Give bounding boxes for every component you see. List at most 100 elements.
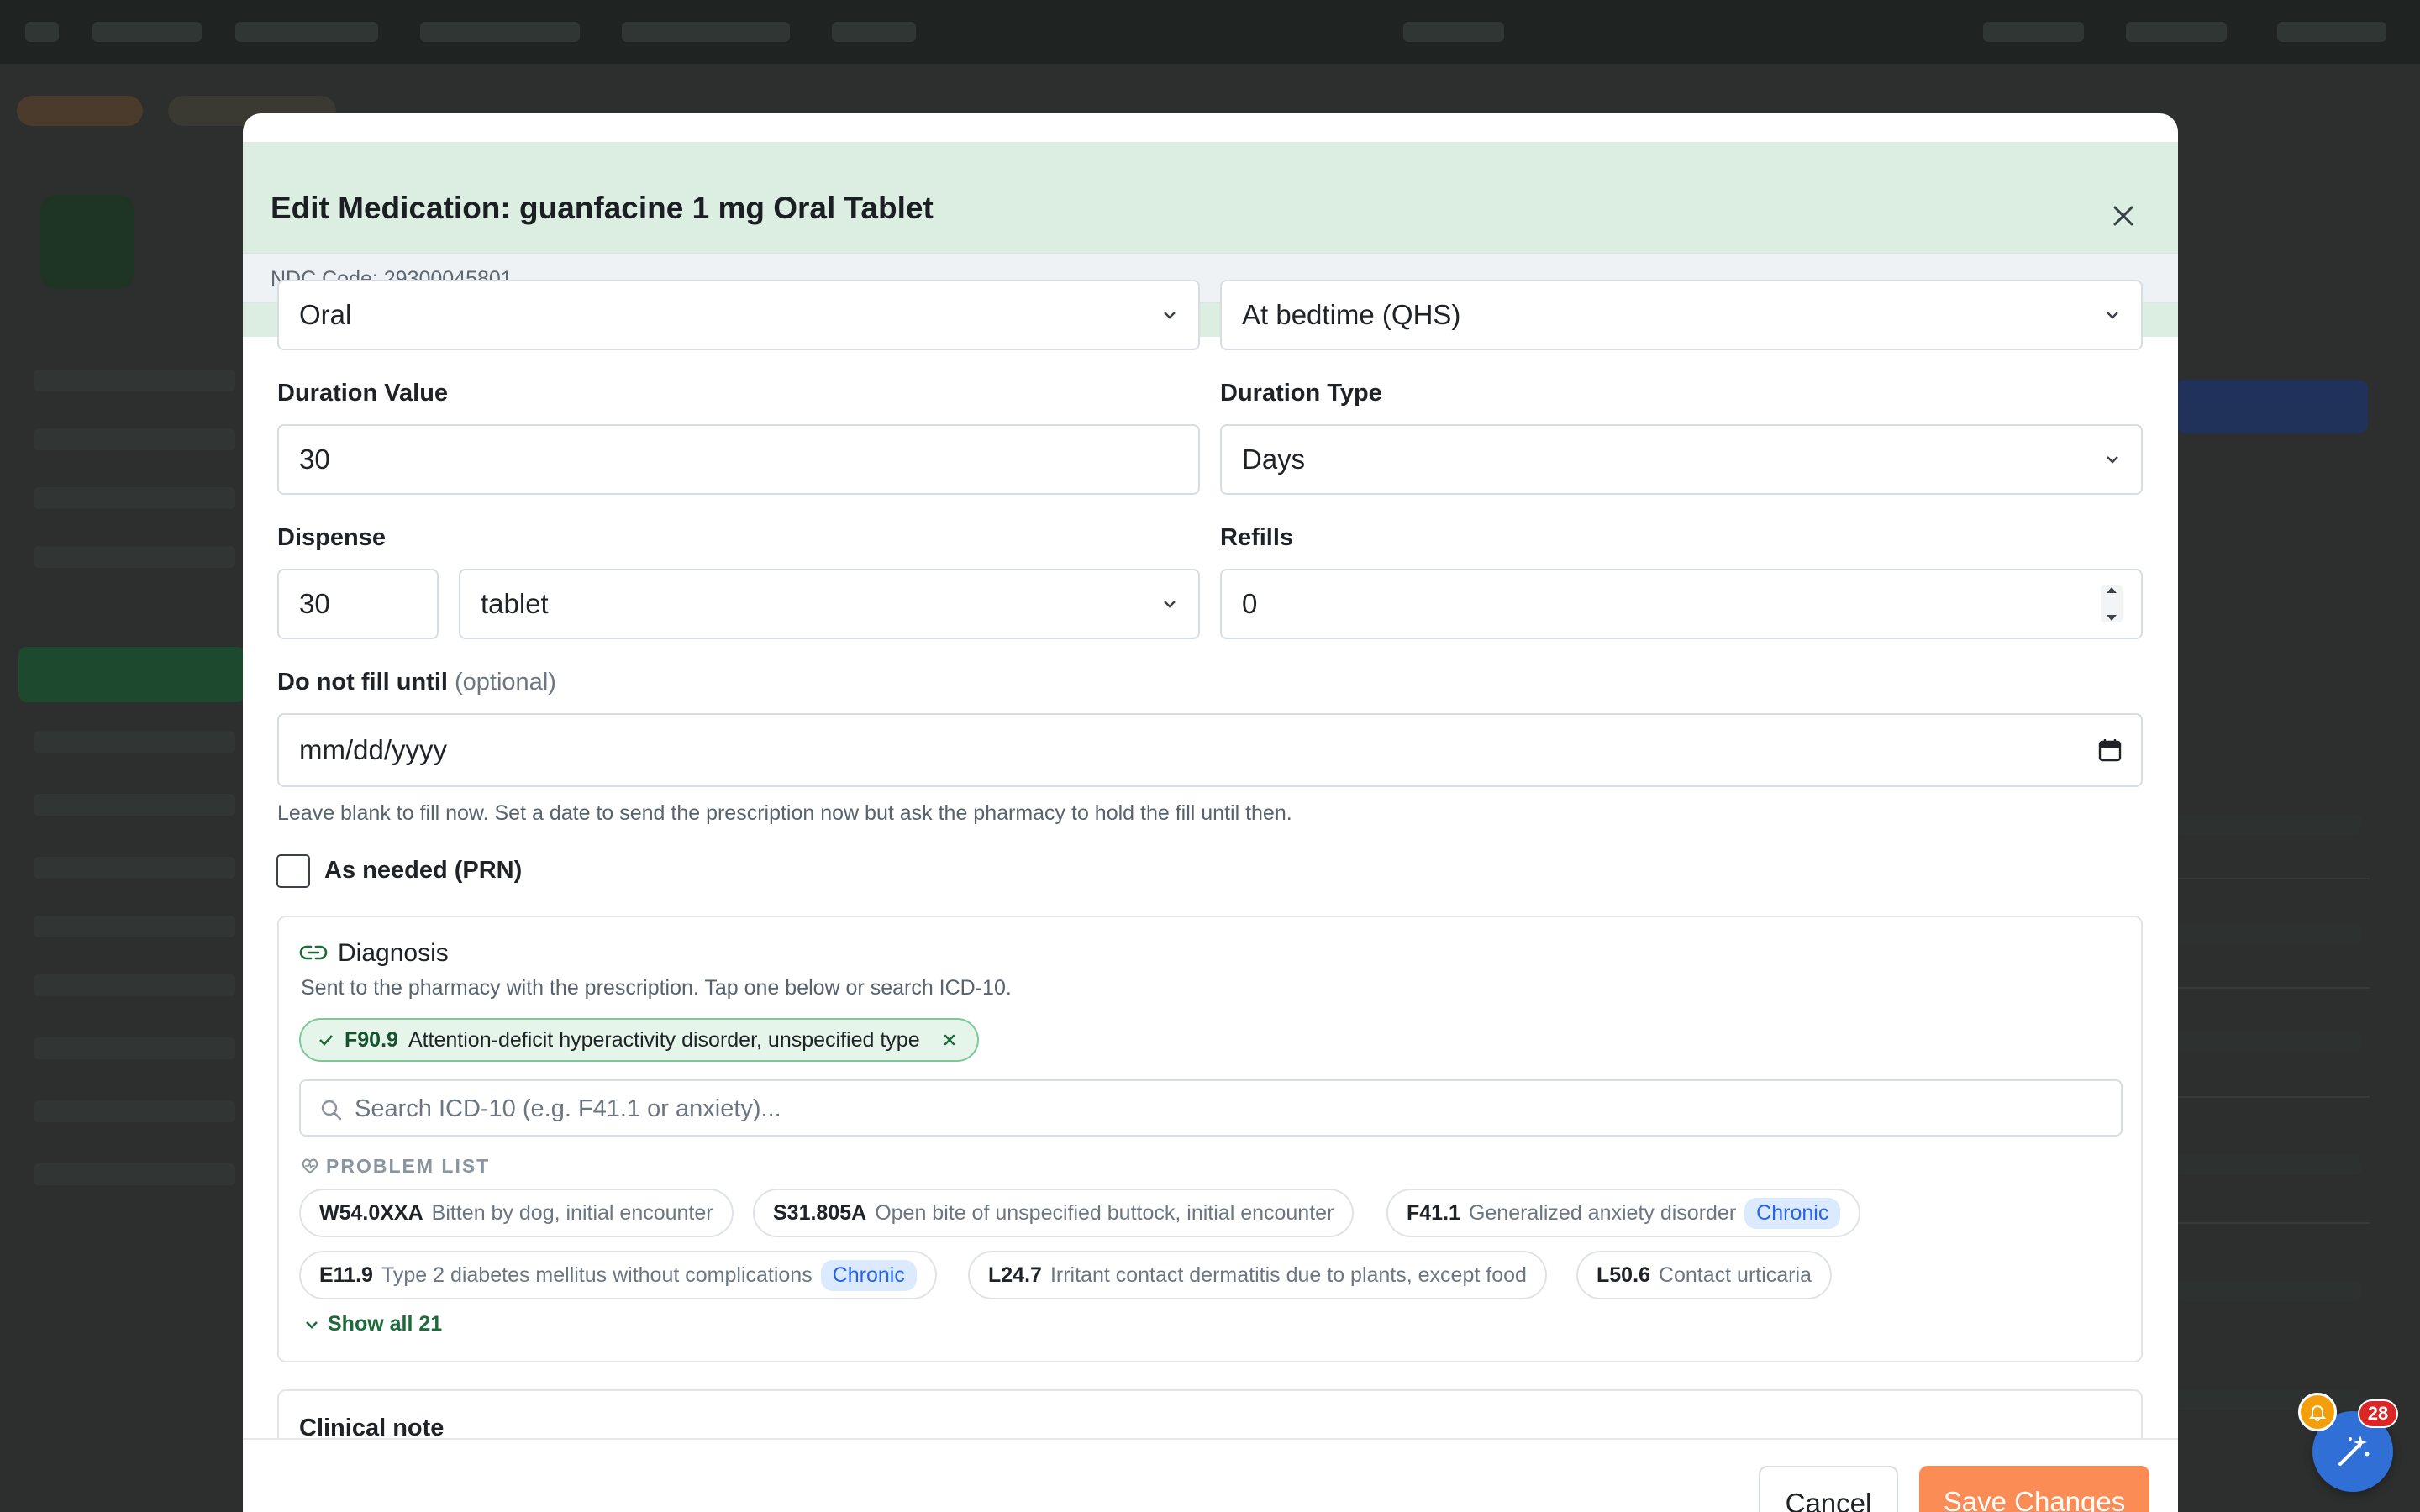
problem-code: L24.7 [988, 1263, 1042, 1287]
problem-chip[interactable]: S31.805A Open bite of unspecified buttoc… [753, 1189, 1355, 1237]
background-sidebar-item [34, 794, 235, 816]
date-placeholder: mm/dd/yyyy [299, 734, 448, 765]
dispense-unit: tablet [481, 588, 549, 619]
background-avatar [40, 195, 134, 289]
dispense-label: Dispense [277, 524, 386, 551]
bell-icon [2308, 1405, 2327, 1421]
chevron-down-icon [1164, 601, 1176, 608]
background-sidebar-active [18, 647, 245, 702]
show-all-label: Show all 21 [328, 1312, 443, 1336]
fill-until-help: Leave blank to fill now. Set a date to s… [277, 801, 1292, 825]
background-sidebar-item [34, 916, 235, 937]
background-sidebar-item [34, 731, 235, 753]
background-button [2176, 380, 2368, 433]
background-divider [2176, 878, 2370, 879]
close-button[interactable] [2100, 192, 2147, 239]
background-sidebar-item [34, 370, 235, 391]
icd10-search-input[interactable]: Search ICD-10 (e.g. F41.1 or anxiety)... [299, 1079, 2123, 1137]
save-changes-button[interactable]: Save Changes [1919, 1466, 2149, 1512]
selected-diagnosis-desc: Attention-deficit hyperactivity disorder… [408, 1027, 920, 1052]
selected-diagnosis-code: F90.9 [345, 1027, 398, 1052]
fill-until-date-input[interactable]: mm/dd/yyyy [277, 713, 2143, 787]
chevron-down-icon [2107, 456, 2118, 464]
problem-desc: Type 2 diabetes mellitus without complic… [381, 1263, 813, 1287]
search-placeholder: Search ICD-10 (e.g. F41.1 or anxiety)... [355, 1095, 781, 1122]
link-icon [299, 945, 328, 960]
problem-code: L50.6 [1597, 1263, 1650, 1287]
background-divider [2176, 987, 2370, 989]
background-row [2176, 924, 2361, 944]
chevron-down-icon [2107, 312, 2118, 319]
diagnosis-subtitle: Sent to the pharmacy with the prescripti… [301, 976, 1012, 1000]
problem-desc: Irritant contact dermatitis due to plant… [1050, 1263, 1527, 1287]
show-all-problems-link[interactable]: Show all 21 [304, 1312, 442, 1336]
problem-chip[interactable]: L24.7 Irritant contact dermatitis due to… [968, 1251, 1547, 1299]
duration-value-label: Duration Value [277, 380, 449, 407]
cancel-button[interactable]: Cancel [1759, 1466, 1898, 1512]
background-sidebar-item [34, 1100, 235, 1122]
search-icon [321, 1100, 342, 1121]
check-icon [319, 1035, 333, 1046]
problem-code: F41.1 [1407, 1200, 1460, 1225]
dispense-qty: 30 [299, 588, 330, 619]
background-sidebar-item [34, 857, 235, 879]
problem-code: W54.0XXA [319, 1200, 424, 1225]
background-divider [2176, 1222, 2370, 1224]
background-row [2176, 1032, 2361, 1052]
problem-list-title: PROBLEM LIST [326, 1155, 491, 1177]
background-sidebar-item [34, 974, 235, 996]
problem-desc: Bitten by dog, initial encounter [431, 1200, 713, 1225]
refills-label: Refills [1220, 524, 1294, 551]
chevron-down-icon [306, 1320, 318, 1329]
background-sidebar-item [34, 428, 235, 450]
background-sidebar-item [34, 1037, 235, 1059]
route-value: Oral [299, 299, 352, 330]
diagnosis-title: Diagnosis [338, 939, 449, 967]
problem-desc: Contact urticaria [1658, 1263, 1812, 1287]
problem-chip[interactable]: E11.9 Type 2 diabetes mellitus without c… [299, 1251, 937, 1299]
chevron-down-icon [1164, 312, 1176, 319]
background-topbar [0, 0, 2420, 64]
refills-input[interactable]: 0 [1220, 569, 2143, 639]
heart-pulse-icon [302, 1158, 318, 1174]
remove-icon[interactable] [942, 1032, 957, 1047]
chevron-up-icon [2107, 587, 2117, 593]
frequency-value: At bedtime (QHS) [1242, 299, 1461, 330]
duration-value: 30 [299, 444, 330, 475]
prn-checkbox[interactable] [276, 854, 310, 888]
number-stepper[interactable] [2101, 585, 2123, 622]
dispense-unit-select[interactable]: tablet [459, 569, 1200, 639]
background-sidebar-item [34, 546, 235, 568]
problem-desc: Generalized anxiety disorder [1468, 1200, 1737, 1225]
optional-hint: (optional) [455, 669, 556, 696]
magic-wand-icon [2338, 1436, 2370, 1466]
fill-until-label-text: Do not fill until [277, 669, 448, 696]
fill-until-label: Do not fill until (optional) [277, 669, 556, 696]
route-select[interactable]: Oral [277, 280, 1200, 350]
problem-chip[interactable]: W54.0XXA Bitten by dog, initial encounte… [299, 1189, 734, 1237]
modal-title: Edit Medication: guanfacine 1 mg Oral Ta… [271, 191, 934, 225]
notification-bell-button[interactable] [2298, 1393, 2337, 1431]
problem-chip[interactable]: F41.1 Generalized anxiety disorder Chron… [1386, 1189, 1861, 1237]
background-divider [2176, 1096, 2370, 1098]
duration-value-input[interactable]: 30 [277, 424, 1200, 495]
frequency-select[interactable]: At bedtime (QHS) [1220, 280, 2143, 350]
dispense-qty-input[interactable]: 30 [277, 569, 439, 639]
background-sidebar-item [34, 487, 235, 509]
close-icon [2113, 206, 2133, 226]
chronic-badge: Chronic [1744, 1197, 1841, 1229]
problem-chip[interactable]: L50.6 Contact urticaria [1576, 1251, 1832, 1299]
duration-type-value: Days [1242, 444, 1306, 475]
selected-diagnosis-chip[interactable]: F90.9 Attention-deficit hyperactivity di… [299, 1018, 979, 1062]
calendar-icon[interactable] [2097, 738, 2123, 763]
duration-type-select[interactable]: Days [1220, 424, 2143, 495]
notification-count-badge: 28 [2358, 1399, 2398, 1428]
refills-value: 0 [1242, 588, 1258, 619]
problem-desc: Open bite of unspecified buttock, initia… [875, 1200, 1334, 1225]
background-row [2176, 1155, 2361, 1175]
diagnosis-card: Diagnosis Sent to the pharmacy with the … [277, 916, 2143, 1362]
problem-code: S31.805A [773, 1200, 867, 1225]
background-sidebar-item [34, 1163, 235, 1185]
chevron-down-icon [2107, 615, 2117, 621]
duration-type-label: Duration Type [1220, 380, 1382, 407]
